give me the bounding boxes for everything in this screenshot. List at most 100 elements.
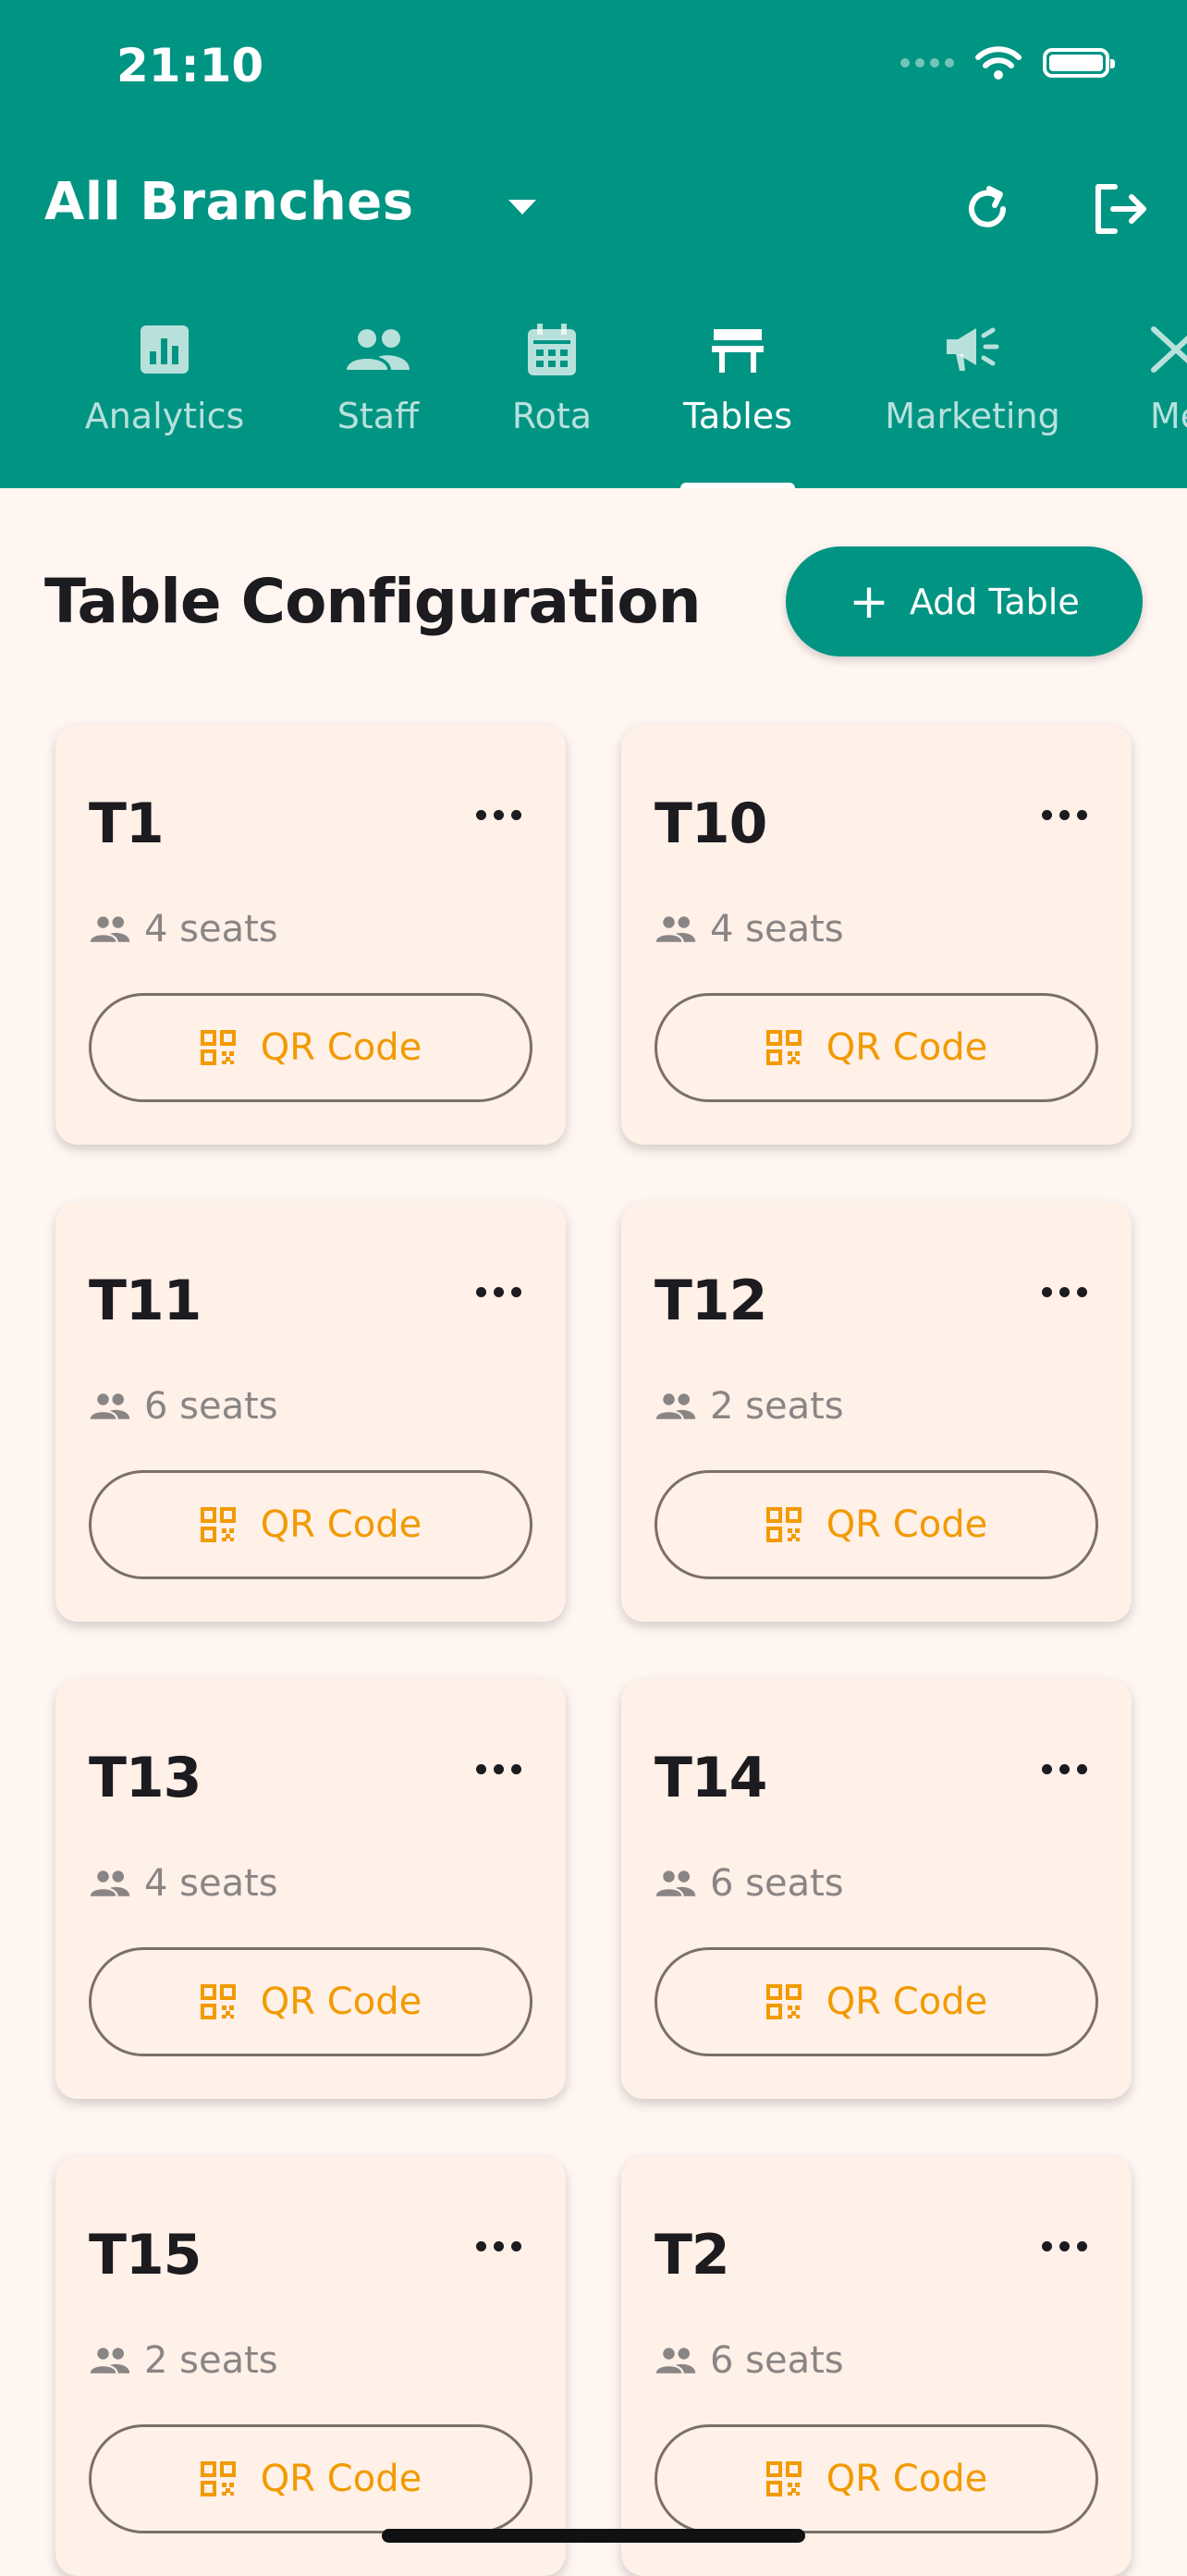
qr-code-button[interactable]: QR Code	[89, 1470, 532, 1579]
more-options-button[interactable]	[1042, 1287, 1087, 1297]
more-options-button[interactable]	[1042, 1764, 1087, 1774]
table-card[interactable]: T10 4 seats QR Code	[621, 725, 1132, 1145]
seat-count: 6 seats	[655, 2339, 844, 2382]
table-card[interactable]: T2 6 seats QR Code	[621, 2156, 1132, 2576]
qr-code-label: QR Code	[260, 1981, 422, 2023]
page-title: Table Configuration	[44, 566, 702, 637]
status-bar: 21:10	[0, 0, 1187, 139]
dot	[1059, 1764, 1070, 1774]
tab-marketing[interactable]: Marketing	[882, 314, 1063, 488]
dot	[1077, 1764, 1087, 1774]
people-icon	[347, 329, 410, 370]
qr-code-icon	[200, 1030, 236, 1065]
qr-code-icon	[200, 1507, 236, 1542]
people-icon	[90, 916, 130, 942]
table-card[interactable]: T12 2 seats QR Code	[621, 1202, 1132, 1622]
dot	[1077, 810, 1087, 820]
dot	[511, 1764, 521, 1774]
qr-code-button[interactable]: QR Code	[655, 993, 1098, 1102]
chevron-down-icon[interactable]	[507, 198, 538, 216]
battery-icon	[1043, 48, 1115, 78]
branch-selector[interactable]: All Branches	[44, 172, 414, 232]
qr-code-icon	[765, 1030, 802, 1065]
seat-count-label: 6 seats	[710, 2339, 844, 2382]
home-indicator[interactable]	[382, 2529, 805, 2543]
more-options-button[interactable]	[1042, 810, 1087, 820]
refresh-button[interactable]	[954, 176, 1021, 242]
table-name: T2	[655, 2223, 730, 2288]
tab-rota[interactable]: Rota	[499, 314, 605, 488]
dot	[494, 2241, 504, 2251]
refresh-icon	[969, 186, 1006, 227]
seat-count: 6 seats	[89, 1385, 278, 1428]
tab-more[interactable]: Me	[1150, 314, 1187, 488]
qr-code-label: QR Code	[260, 1503, 422, 1546]
add-table-label: Add Table	[909, 581, 1080, 622]
table-name: T15	[89, 2223, 202, 2288]
add-table-button[interactable]: + Add Table	[786, 546, 1143, 656]
dot	[1059, 2241, 1070, 2251]
dot	[494, 1764, 504, 1774]
more-options-button[interactable]	[476, 1764, 521, 1774]
dot	[476, 1287, 486, 1297]
seat-count: 2 seats	[655, 1385, 844, 1428]
qr-code-icon	[200, 1984, 236, 2019]
tab-label: Rota	[511, 396, 593, 436]
more-options-button[interactable]	[476, 1287, 521, 1297]
qr-code-icon	[765, 1984, 802, 2019]
table-name: T10	[655, 791, 767, 856]
calendar-icon	[528, 324, 576, 375]
table-card[interactable]: T14 6 seats QR Code	[621, 1679, 1132, 2099]
status-time: 21:10	[116, 39, 264, 92]
dot	[494, 1287, 504, 1297]
people-icon	[655, 1393, 696, 1419]
seat-count-label: 2 seats	[144, 2339, 278, 2382]
people-icon	[90, 1871, 130, 1896]
table-name: T1	[89, 791, 165, 856]
qr-code-label: QR Code	[826, 2458, 988, 2500]
qr-code-button[interactable]: QR Code	[89, 2424, 532, 2533]
branch-selector-label: All Branches	[44, 172, 414, 232]
table-name: T11	[89, 1269, 202, 1333]
app-header: 21:10 All Branches Analytics Staff Rota …	[0, 0, 1187, 488]
people-icon	[90, 2348, 130, 2374]
qr-code-button[interactable]: QR Code	[89, 993, 532, 1102]
more-options-button[interactable]	[1042, 2241, 1087, 2251]
people-icon	[655, 916, 696, 942]
tab-staff[interactable]: Staff	[322, 314, 434, 488]
seat-count: 2 seats	[89, 2339, 278, 2382]
tab-label: Staff	[337, 396, 420, 436]
qr-code-button[interactable]: QR Code	[655, 2424, 1098, 2533]
qr-code-button[interactable]: QR Code	[655, 1947, 1098, 2056]
seat-count-label: 4 seats	[710, 908, 844, 951]
dot	[476, 2241, 486, 2251]
dot	[1042, 810, 1052, 820]
tab-tables[interactable]: Tables	[680, 314, 795, 488]
people-icon	[655, 1871, 696, 1896]
dot	[476, 810, 486, 820]
dot	[1042, 2241, 1052, 2251]
seat-count-label: 4 seats	[144, 908, 278, 951]
seat-count-label: 6 seats	[144, 1385, 278, 1428]
qr-code-button[interactable]: QR Code	[89, 1947, 532, 2056]
tab-label: Tables	[682, 396, 793, 436]
more-options-button[interactable]	[476, 2241, 521, 2251]
table-card[interactable]: T15 2 seats QR Code	[55, 2156, 566, 2576]
dot	[1042, 1287, 1052, 1297]
table-card[interactable]: T1 4 seats QR Code	[55, 725, 566, 1145]
seat-count: 4 seats	[655, 908, 844, 951]
table-name: T13	[89, 1746, 202, 1810]
dot	[1077, 2241, 1087, 2251]
logout-button[interactable]	[1087, 176, 1154, 242]
tab-analytics[interactable]: Analytics	[81, 314, 248, 488]
qr-code-icon	[765, 2461, 802, 2496]
dot	[1042, 1764, 1052, 1774]
dot	[511, 2241, 521, 2251]
qr-code-icon	[765, 1507, 802, 1542]
more-options-button[interactable]	[476, 810, 521, 820]
table-card[interactable]: T13 4 seats QR Code	[55, 1679, 566, 2099]
people-icon	[90, 1393, 130, 1419]
qr-code-button[interactable]: QR Code	[655, 1470, 1098, 1579]
table-card[interactable]: T11 6 seats QR Code	[55, 1202, 566, 1622]
qr-code-label: QR Code	[826, 1503, 988, 1546]
